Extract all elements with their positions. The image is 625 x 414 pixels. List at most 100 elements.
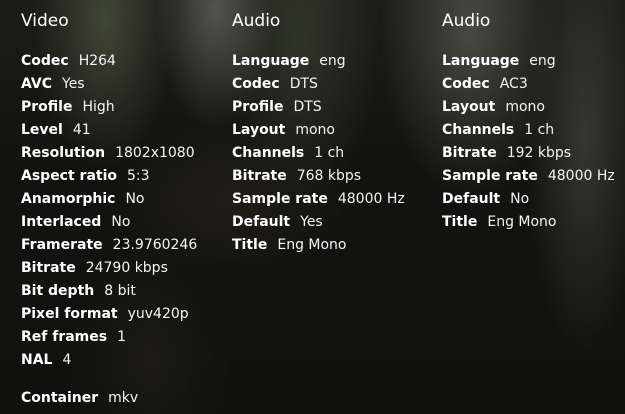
audio-1-section-title: Audio [232, 11, 281, 31]
row-label: Bit depth [21, 283, 95, 299]
row-value: 8 bit [104, 283, 136, 299]
video-profile-row: Profile High [21, 96, 197, 119]
row-value: 1 ch [524, 122, 555, 138]
audio-1-sample-rate-row: Sample rate 48000 Hz [232, 188, 405, 211]
audio-2-sample-rate-row: Sample rate 48000 Hz [442, 165, 615, 188]
video-interlaced-row: Interlaced No [21, 211, 197, 234]
row-label: Sample rate [442, 168, 538, 184]
audio-2-layout-row: Layout mono [442, 96, 615, 119]
row-value: mkv [108, 390, 139, 406]
audio-1-profile-row: Profile DTS [232, 96, 405, 119]
video-codec-row: Codec H264 [21, 50, 197, 73]
row-value: 41 [72, 122, 91, 138]
row-value: Yes [62, 76, 85, 92]
row-value: 24790 kbps [85, 260, 168, 276]
row-value: mono [295, 122, 335, 138]
row-label: Title [442, 214, 478, 230]
audio-2-language-row: Language eng [442, 50, 615, 73]
row-value: High [82, 99, 115, 115]
row-value: 192 kbps [506, 145, 572, 161]
row-label: Codec [21, 53, 69, 69]
audio-1-default-row: Default Yes [232, 211, 405, 234]
row-label: Level [21, 122, 63, 138]
row-label: Language [442, 53, 520, 69]
audio-1-layout-row: Layout mono [232, 119, 405, 142]
row-value: eng [529, 53, 556, 69]
row-label: Resolution [21, 145, 106, 161]
audio-2-bitrate-row: Bitrate 192 kbps [442, 142, 615, 165]
row-label: Codec [232, 76, 280, 92]
row-label: Anamorphic [21, 191, 116, 207]
row-label: Sample rate [232, 191, 328, 207]
row-label: Layout [442, 99, 496, 115]
row-value: AC3 [499, 76, 528, 92]
row-value: 48000 Hz [337, 191, 405, 207]
audio-2-default-row: Default No [442, 188, 615, 211]
audio-stream-2-info: Audio Language eng Codec AC3 Layout mono Ch… [442, 10, 615, 234]
row-value: Eng Mono [277, 237, 347, 253]
video-bitrate-row: Bitrate 24790 kbps [21, 257, 197, 280]
row-value: yuv420p [127, 306, 189, 322]
row-label: Interlaced [21, 214, 102, 230]
row-value: H264 [78, 53, 116, 69]
row-label: Default [442, 191, 501, 207]
audio-1-bitrate-row: Bitrate 768 kbps [232, 165, 405, 188]
audio-2-codec-row: Codec AC3 [442, 73, 615, 96]
row-value: 1802x1080 [115, 145, 195, 161]
row-value: 1 [117, 329, 127, 345]
video-ref-frames-row: Ref frames 1 [21, 326, 197, 349]
row-value: No [111, 214, 131, 230]
row-label: Framerate [21, 237, 103, 253]
row-label: Bitrate [21, 260, 76, 276]
row-label: Channels [442, 122, 515, 138]
row-value: Yes [300, 214, 323, 230]
row-label: Codec [442, 76, 490, 92]
row-label: Aspect ratio [21, 168, 118, 184]
audio-2-channels-row: Channels 1 ch [442, 119, 615, 142]
row-value: 23.9760246 [112, 237, 198, 253]
video-aspect-ratio-row: Aspect ratio 5:3 [21, 165, 197, 188]
video-pixel-format-row: Pixel format yuv420p [21, 303, 197, 326]
row-value: No [510, 191, 530, 207]
audio-1-codec-row: Codec DTS [232, 73, 405, 96]
row-value: eng [319, 53, 346, 69]
video-nal-row: NAL 4 [21, 349, 197, 372]
row-label: Bitrate [442, 145, 497, 161]
row-value: 1 ch [314, 145, 345, 161]
row-label: Layout [232, 122, 286, 138]
row-value: 5:3 [127, 168, 150, 184]
audio-2-title-row: Title Eng Mono [442, 211, 615, 234]
audio-1-title-row: Title Eng Mono [232, 234, 405, 257]
container-row: Container mkv [21, 387, 138, 410]
row-value: DTS [293, 99, 322, 115]
audio-1-language-row: Language eng [232, 50, 405, 73]
row-label: Profile [232, 99, 284, 115]
audio-1-channels-row: Channels 1 ch [232, 142, 405, 165]
video-stream-info: Video Codec H264 AVC Yes Profile High Level… [21, 10, 197, 372]
row-label: Pixel format [21, 306, 118, 322]
row-value: 48000 Hz [547, 168, 615, 184]
row-label: Default [232, 214, 291, 230]
video-level-row: Level 41 [21, 119, 197, 142]
row-label: AVC [21, 76, 52, 92]
video-bit-depth-row: Bit depth 8 bit [21, 280, 197, 303]
row-value: DTS [289, 76, 318, 92]
video-resolution-row: Resolution 1802x1080 [21, 142, 197, 165]
row-label: Language [232, 53, 310, 69]
row-value: 768 kbps [296, 168, 362, 184]
row-value: No [125, 191, 145, 207]
row-label: Container [21, 390, 99, 406]
row-label: NAL [21, 352, 53, 368]
video-anamorphic-row: Anamorphic No [21, 188, 197, 211]
row-label: Channels [232, 145, 305, 161]
video-avc-row: AVC Yes [21, 73, 197, 96]
row-value: 4 [62, 352, 72, 368]
row-label: Profile [21, 99, 73, 115]
row-value: Eng Mono [487, 214, 557, 230]
row-label: Bitrate [232, 168, 287, 184]
video-framerate-row: Framerate 23.9760246 [21, 234, 197, 257]
row-value: mono [505, 99, 545, 115]
audio-stream-1-info: Audio Language eng Codec DTS Profile DTS La… [232, 10, 405, 257]
row-label: Ref frames [21, 329, 108, 345]
audio-2-section-title: Audio [442, 11, 491, 31]
